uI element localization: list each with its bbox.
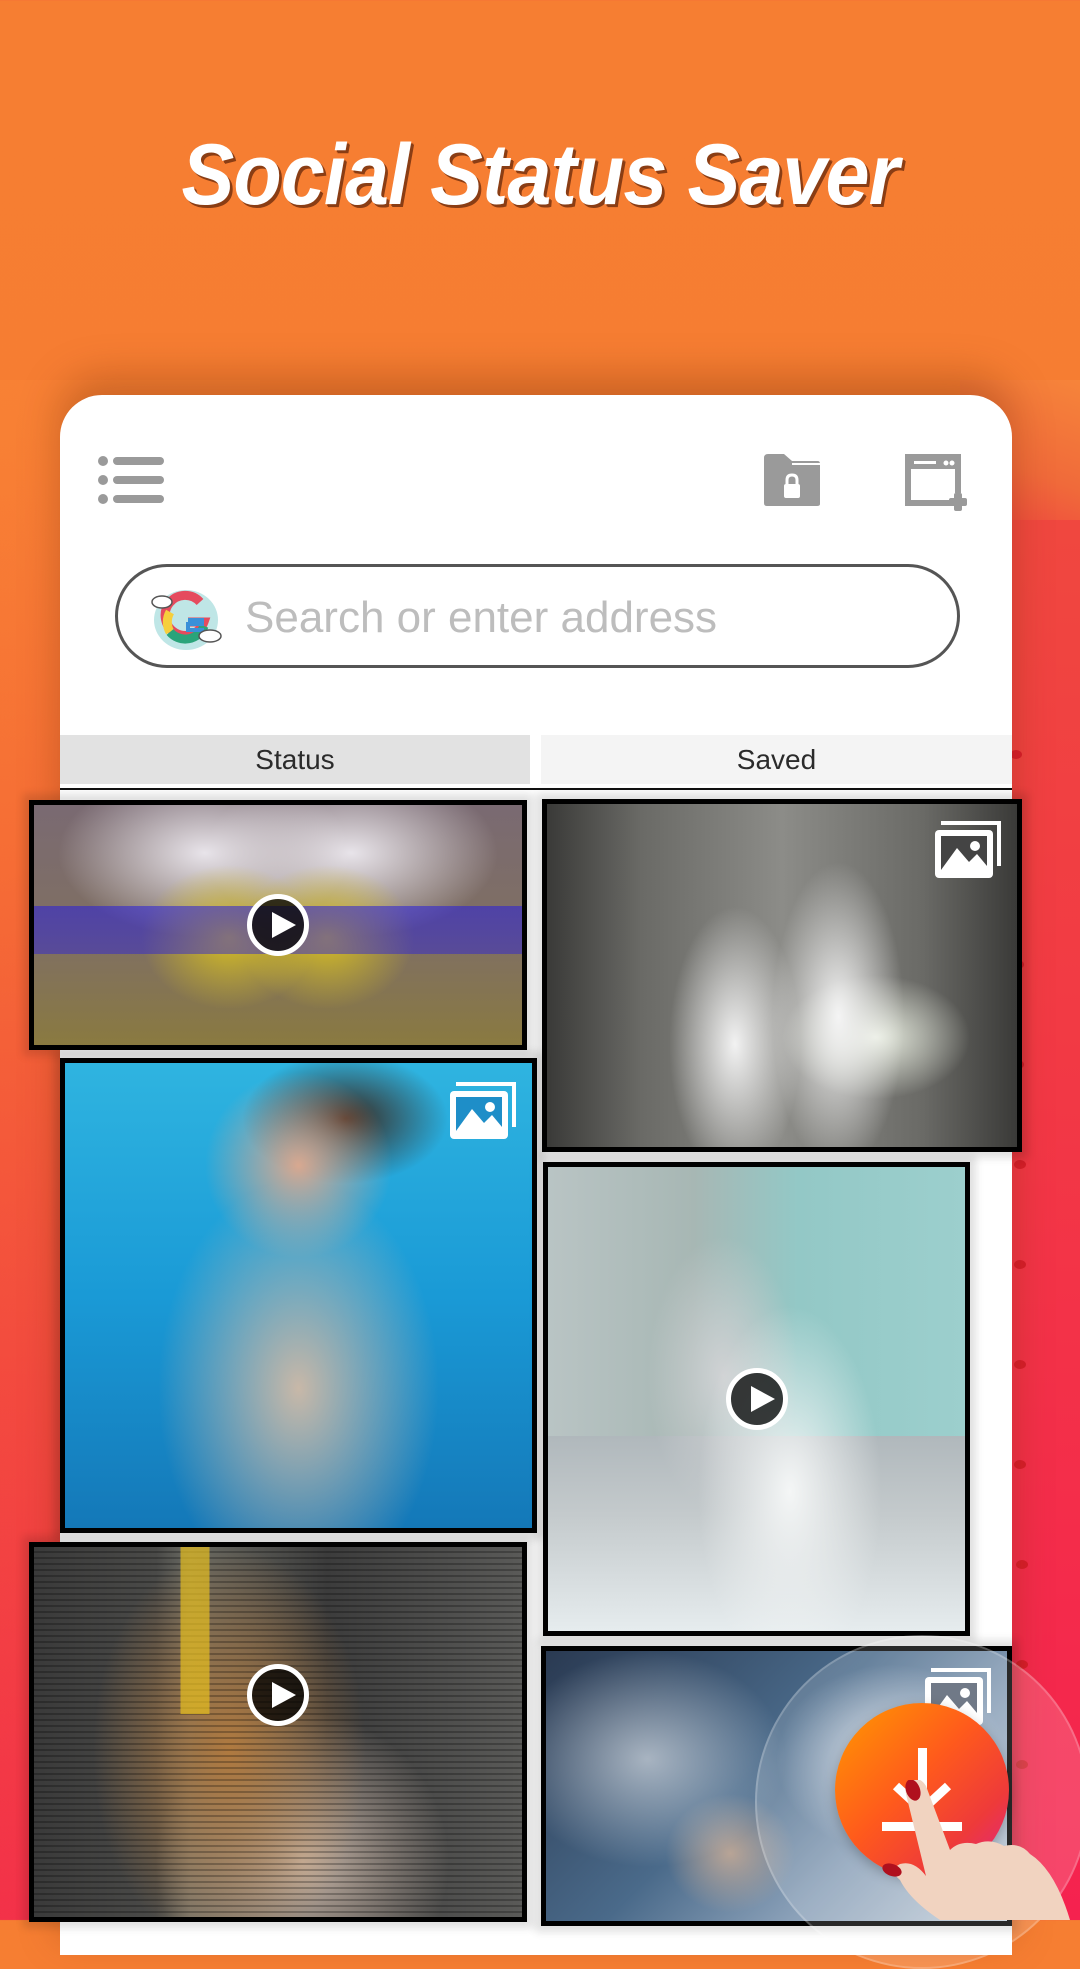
play-icon <box>247 894 309 956</box>
app-title: Social Status Saver <box>181 127 900 223</box>
tab-status-label: Status <box>255 743 335 775</box>
search-input[interactable] <box>243 585 927 651</box>
tab-divider <box>60 788 1012 790</box>
play-icon <box>725 1368 788 1430</box>
pointing-hand-icon <box>882 1780 1070 1920</box>
google-logo-icon <box>151 590 222 650</box>
tab-saved[interactable]: Saved <box>541 735 1012 784</box>
status-tile-image[interactable] <box>542 799 1022 1152</box>
new-tab-button[interactable] <box>904 453 970 511</box>
list-icon <box>98 456 164 504</box>
decor-dot <box>1014 1460 1026 1469</box>
decor-dot <box>1014 1160 1026 1169</box>
new-tab-icon <box>905 454 967 511</box>
status-tile-video[interactable] <box>543 1162 970 1636</box>
gallery-icon <box>935 821 1001 878</box>
private-folder-button[interactable] <box>762 452 822 508</box>
play-icon <box>247 1664 309 1726</box>
decor-dot <box>1014 1260 1026 1269</box>
status-tile-video[interactable] <box>29 1542 527 1922</box>
menu-button[interactable] <box>98 455 166 505</box>
tab-status[interactable]: Status <box>60 735 530 784</box>
tile-thumbnail <box>34 1547 522 1917</box>
tab-saved-label: Saved <box>736 743 817 775</box>
status-tile-image[interactable] <box>60 1058 537 1533</box>
status-tile-video[interactable] <box>29 800 527 1050</box>
folder-lock-icon <box>764 454 820 506</box>
gallery-icon <box>450 1082 516 1139</box>
address-bar[interactable] <box>115 564 960 668</box>
decor-dot <box>1014 1360 1026 1369</box>
decor-dot <box>1016 1560 1028 1569</box>
